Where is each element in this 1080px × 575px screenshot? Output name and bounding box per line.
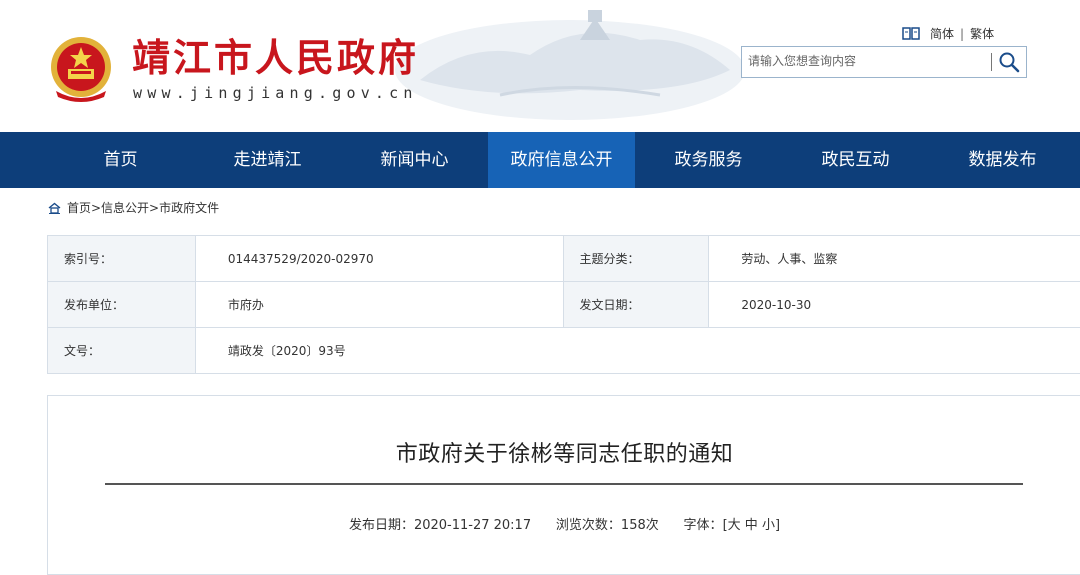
nav-item-public-interaction[interactable]: 政民互动 (782, 132, 929, 188)
issue-date-label: 发文日期： (563, 282, 710, 327)
document-info-table: 索引号： 014437529/2020-02970 主题分类： 劳动、人事、监察… (47, 235, 1080, 374)
title-divider (105, 483, 1023, 485)
info-row: 文号： 靖政发〔2020〕93号 (48, 328, 1080, 373)
site-title: 靖江市人民政府 (132, 35, 420, 80)
article-panel: 市政府关于徐彬等同志任职的通知 发布日期：2020-11-27 20:17 浏览… (47, 395, 1080, 575)
article-title: 市政府关于徐彬等同志任职的通知 (395, 442, 734, 467)
nav-item-home[interactable]: 首页 (47, 132, 194, 188)
landscape-banner (395, 10, 745, 120)
info-row: 发布单位： 市府办 发文日期： 2020-10-30 (48, 282, 1080, 328)
main-nav: 首页 走进靖江 新闻中心 政府信息公开 政务服务 政民互动 数据发布 (0, 132, 1080, 188)
language-switcher: 简体 | 繁体 (902, 25, 994, 42)
views-value: 158次 (620, 518, 659, 533)
issue-date-value: 2020-10-30 (741, 298, 812, 312)
issuer-label: 发布单位： (48, 282, 196, 327)
search-icon[interactable] (998, 51, 1020, 73)
nav-item-data-release[interactable]: 数据发布 (929, 132, 1076, 188)
home-icon (48, 202, 61, 214)
nav-item-news-center[interactable]: 新闻中心 (341, 132, 488, 188)
site-header: 靖江市人民政府 www.jingjiang.gov.cn 简体 | 繁体 (0, 0, 1080, 132)
nav-item-about-jingjiang[interactable]: 走进靖江 (194, 132, 341, 188)
lang-separator: | (960, 26, 965, 41)
lang-traditional-link[interactable]: 繁体 (970, 25, 994, 42)
published-value: 2020-11-27 20:17 (413, 518, 532, 533)
index-number-label: 索引号： (48, 236, 196, 281)
index-number-value: 014437529/2020-02970 (196, 236, 564, 281)
search-box (741, 46, 1027, 78)
topic-category-label: 主题分类： (563, 236, 710, 281)
breadcrumb: 首页>信息公开>市政府文件 (48, 199, 219, 216)
published-label: 发布日期： (348, 518, 414, 533)
topic-category-value: 劳动、人事、监察 (741, 252, 838, 266)
views-label: 浏览次数： (555, 518, 621, 533)
font-size-small-link[interactable]: 小 (762, 518, 775, 533)
national-emblem-logo (51, 37, 111, 102)
nav-item-gov-services[interactable]: 政务服务 (635, 132, 782, 188)
search-divider (991, 53, 992, 71)
site-url: www.jingjiang.gov.cn (133, 84, 418, 102)
document-number-label: 文号： (48, 328, 196, 373)
book-icon (902, 27, 920, 40)
info-row: 索引号： 014437529/2020-02970 主题分类： 劳动、人事、监察 (48, 236, 1080, 282)
lang-simplified-link[interactable]: 简体 (930, 25, 954, 42)
article-meta: 发布日期：2020-11-27 20:17 浏览次数：158次 字体：[大 中 … (48, 514, 1080, 533)
font-bracket-close: ] (774, 518, 781, 533)
nav-item-gov-info-disclosure[interactable]: 政府信息公开 (488, 132, 635, 188)
font-size-large-link[interactable]: 大 (728, 518, 741, 533)
font-size-label: 字体： (683, 518, 723, 533)
breadcrumb-path[interactable]: 首页>信息公开>市政府文件 (67, 199, 219, 216)
issuer-value: 市府办 (196, 282, 564, 327)
document-number-value: 靖政发〔2020〕93号 (227, 344, 346, 358)
font-size-medium-link[interactable]: 中 (745, 518, 758, 533)
search-input[interactable] (748, 51, 984, 71)
